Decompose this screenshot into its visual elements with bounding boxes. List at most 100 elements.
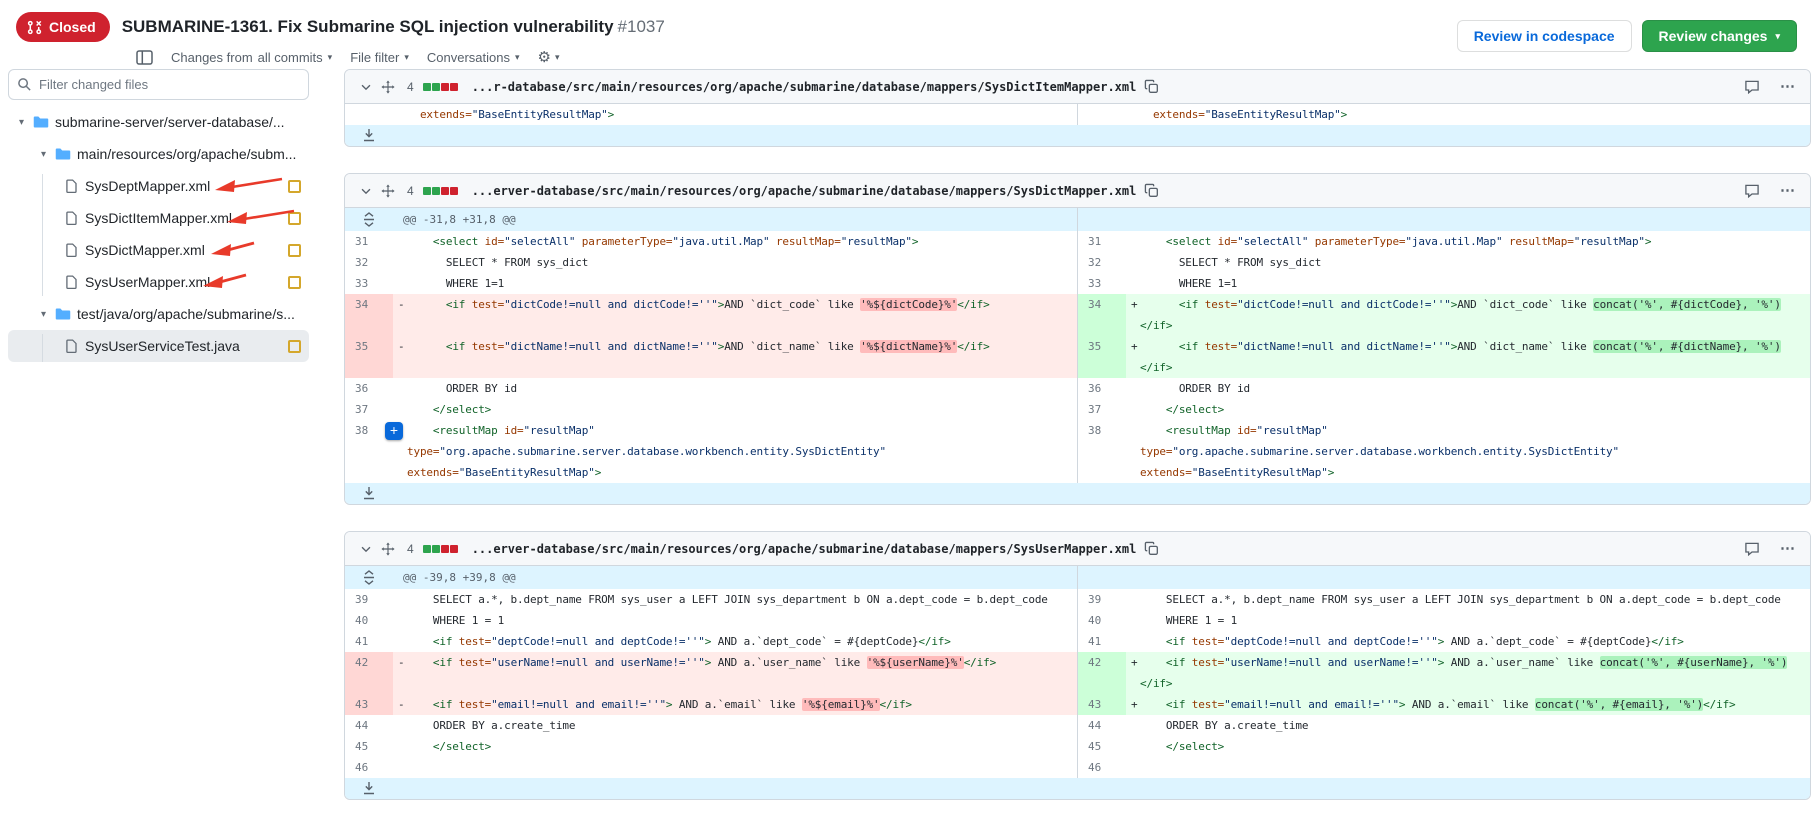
file-icon (64, 178, 79, 194)
pr-header: Closed SUBMARINE-1361. Fix Submarine SQL… (0, 0, 1811, 65)
line-number[interactable] (1078, 104, 1126, 125)
line-number[interactable]: 43 (345, 694, 393, 715)
code-token: "dictCode!=null and dictCode!=''" (1237, 298, 1451, 311)
diffstat-addition-square (432, 545, 440, 553)
line-number[interactable]: 44 (345, 715, 393, 736)
file-tree-toggle[interactable] (136, 50, 153, 65)
collapse-file-chevron-icon[interactable] (359, 542, 373, 556)
code-token: "dictName!=null and dictName!=''" (1237, 340, 1451, 353)
file-comment-button[interactable] (1744, 79, 1760, 94)
expand-down-button[interactable] (345, 128, 393, 143)
diffstat-deletion-square (450, 187, 458, 195)
line-number[interactable]: 35 (1078, 336, 1126, 378)
diff-settings-dropdown[interactable]: ⚙▾ (538, 48, 560, 66)
tree-file-sysdictmapper-xml[interactable]: SysDictMapper.xml (8, 234, 309, 266)
line-number[interactable]: 45 (1078, 736, 1126, 757)
tree-file-sysusermapper-xml[interactable]: SysUserMapper.xml (8, 266, 309, 298)
code-token: test= (1185, 656, 1224, 669)
drag-handle-icon[interactable] (381, 80, 395, 94)
code-token: > (912, 235, 918, 248)
line-number[interactable]: 44 (1078, 715, 1126, 736)
line-number[interactable]: 40 (1078, 610, 1126, 631)
line-number[interactable]: 41 (345, 631, 393, 652)
file-diff-panel: 4...r-database/src/main/resources/org/ap… (344, 69, 1811, 147)
file-menu-button[interactable]: ⋯ (1780, 82, 1796, 92)
line-number[interactable]: 46 (345, 757, 393, 778)
expand-hunk-button[interactable] (345, 566, 393, 589)
line-number[interactable]: 35 (345, 336, 393, 378)
diff-side-new: 37 </select> (1078, 399, 1810, 420)
code-token (407, 403, 433, 416)
file-comment-button[interactable] (1744, 183, 1760, 198)
code-lines: WHERE 1 = 1 (1140, 610, 1810, 631)
code-lines: SELECT a.*, b.dept_name FROM sys_user a … (1140, 589, 1810, 610)
code-lines: SELECT * FROM sys_dict (1140, 252, 1810, 273)
line-number[interactable]: 39 (1078, 589, 1126, 610)
line-number[interactable]: 42 (345, 652, 393, 694)
file-menu-button[interactable]: ⋯ (1780, 544, 1796, 554)
line-number[interactable]: 40 (345, 610, 393, 631)
code-token: <resultMap (433, 424, 498, 437)
line-number[interactable]: 43 (1078, 694, 1126, 715)
copy-path-button[interactable] (1144, 79, 1159, 94)
code-line: </select> (1140, 399, 1810, 420)
file-filter-dropdown[interactable]: File filter▾ (350, 50, 409, 65)
line-number[interactable]: 41 (1078, 631, 1126, 652)
line-number[interactable]: 34 (1078, 294, 1126, 336)
diff-row: 43- <if test="email!=null and email!=''"… (345, 694, 1810, 715)
expand-down-button[interactable] (345, 781, 393, 796)
line-number[interactable]: 38 (1078, 420, 1126, 483)
diff-side-old: 31 <select id="selectAll" parameterType=… (345, 231, 1078, 252)
review-changes-button[interactable]: Review changes▾ (1642, 20, 1797, 52)
line-number[interactable]: 33 (1078, 273, 1126, 294)
code-token (1140, 298, 1179, 311)
code-lines: WHERE 1 = 1 (407, 610, 1077, 631)
drag-handle-icon[interactable] (381, 542, 395, 556)
filter-changed-files-input[interactable] (8, 69, 309, 100)
copy-path-button[interactable] (1144, 541, 1159, 556)
line-number[interactable]: 45 (345, 736, 393, 757)
line-number[interactable]: 32 (345, 252, 393, 273)
line-number[interactable]: 37 (1078, 399, 1126, 420)
line-number[interactable]: 36 (345, 378, 393, 399)
tree-folder-main-resources-org-apache-subm-[interactable]: ▾main/resources/org/apache/subm... (8, 138, 309, 170)
add-line-comment-button[interactable]: + (385, 422, 403, 440)
diffstat-addition-square (423, 545, 431, 553)
line-number[interactable]: 37 (345, 399, 393, 420)
code-line: <if test="email!=null and email!=''"> AN… (1140, 694, 1810, 715)
chevron-down-icon: ▾ (1775, 31, 1780, 42)
changes-from-dropdown[interactable]: Changes fromall commits▾ (171, 50, 332, 65)
line-number[interactable]: 39 (345, 589, 393, 610)
collapse-file-chevron-icon[interactable] (359, 184, 373, 198)
conversations-dropdown[interactable]: Conversations▾ (427, 50, 520, 65)
diff-row: 31 <select id="selectAll" parameterType=… (345, 231, 1810, 252)
collapse-file-chevron-icon[interactable] (359, 80, 373, 94)
expand-down-button[interactable] (345, 486, 393, 501)
line-number[interactable]: 36 (1078, 378, 1126, 399)
tree-folder-submarine-server-server-database-[interactable]: ▾submarine-server/server-database/... (8, 106, 309, 138)
copy-path-button[interactable] (1144, 183, 1159, 198)
expand-hunk-button[interactable] (345, 208, 393, 231)
diff-row: 35- <if test="dictName!=null and dictNam… (345, 336, 1810, 378)
tree-file-sysuserservicetest-java[interactable]: SysUserServiceTest.java (8, 330, 309, 362)
line-number[interactable]: 46 (1078, 757, 1126, 778)
review-in-codespace-button[interactable]: Review in codespace (1457, 20, 1632, 52)
hunk-header-new (1078, 208, 1810, 231)
line-number[interactable]: 33 (345, 273, 393, 294)
code-token: </if> (1140, 361, 1172, 374)
line-number[interactable]: 42 (1078, 652, 1126, 694)
file-menu-button[interactable]: ⋯ (1780, 186, 1796, 196)
line-number[interactable]: 34 (345, 294, 393, 336)
tree-folder-test-java-org-apache-submarine-s-[interactable]: ▾test/java/org/apache/submarine/s... (8, 298, 309, 330)
tree-file-sysdictitemmapper-xml[interactable]: SysDictItemMapper.xml (8, 202, 309, 234)
code-cell: extends="BaseEntityResultMap"> (393, 104, 1077, 125)
line-number[interactable]: 32 (1078, 252, 1126, 273)
diff-marker (393, 252, 407, 273)
line-number[interactable]: 38+ (345, 420, 393, 483)
line-number[interactable]: 31 (345, 231, 393, 252)
line-number[interactable] (345, 104, 393, 125)
drag-handle-icon[interactable] (381, 184, 395, 198)
line-number[interactable]: 31 (1078, 231, 1126, 252)
file-comment-button[interactable] (1744, 541, 1760, 556)
tree-file-sysdeptmapper-xml[interactable]: SysDeptMapper.xml (8, 170, 309, 202)
